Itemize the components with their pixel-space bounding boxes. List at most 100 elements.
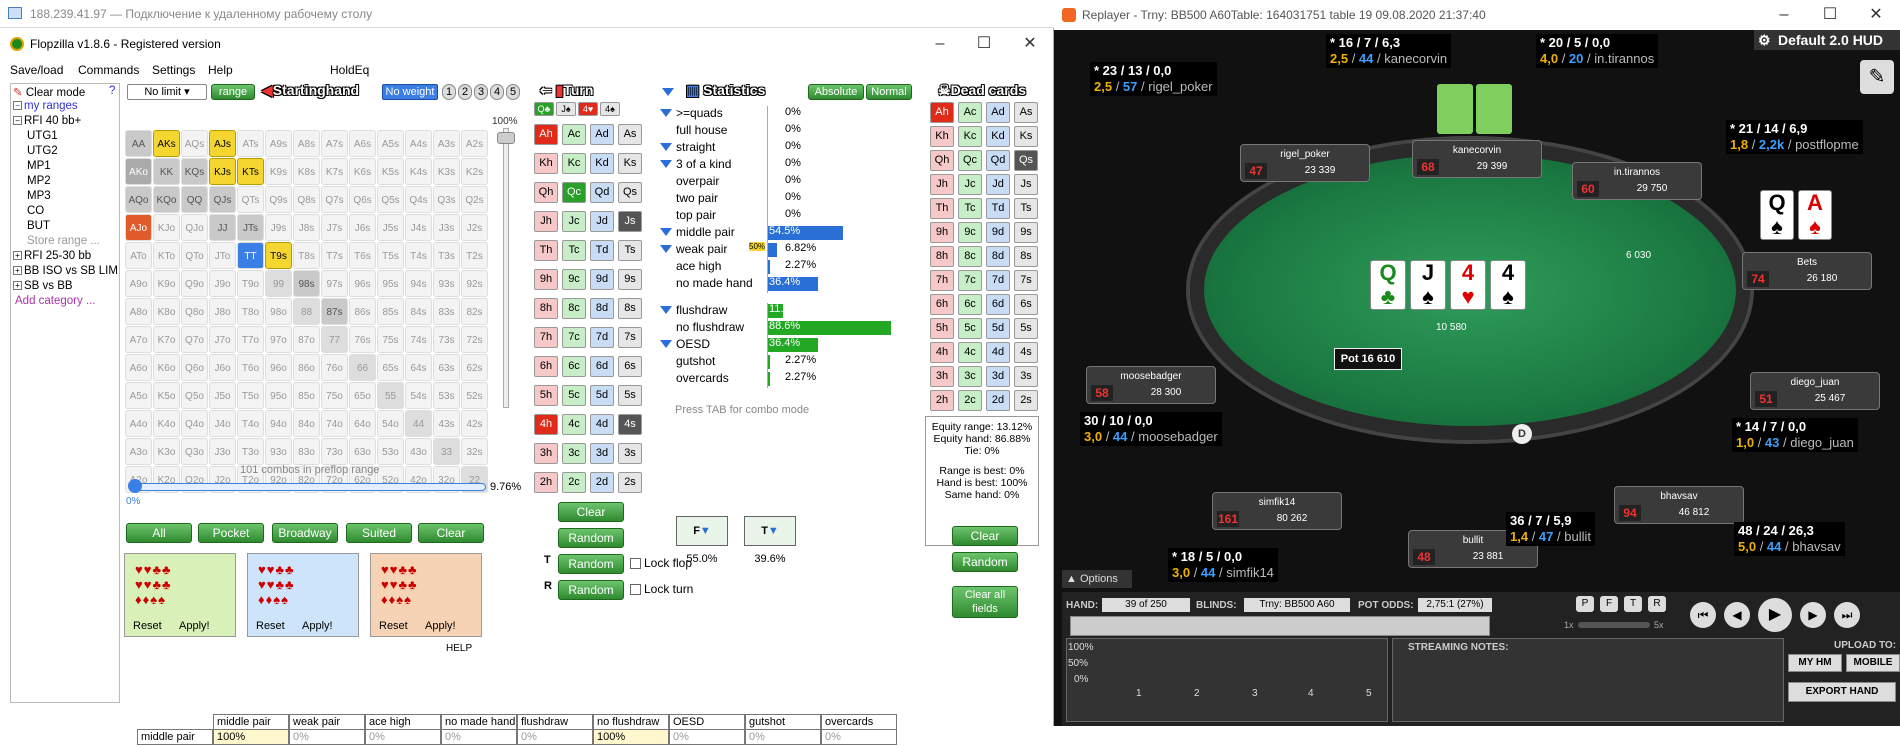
hand-cell-A6s[interactable]: A6s	[349, 130, 376, 157]
turncards-Qd[interactable]: Qd	[590, 182, 614, 203]
hand-cell-T7o[interactable]: T7o	[237, 326, 264, 353]
hand-cell-K9o[interactable]: K9o	[153, 270, 180, 297]
no-weight-button[interactable]: No weight	[382, 84, 438, 100]
menu-save-load[interactable]: Save/load	[10, 60, 63, 80]
hand-cell-T9o[interactable]: T9o	[237, 270, 264, 297]
turncards-Kh[interactable]: Kh	[534, 153, 558, 174]
hand-cell-K4s[interactable]: K4s	[405, 158, 432, 185]
hud-simfik14[interactable]: * 18 / 5 / 0,0 3,0 / 44 / simfik14	[1168, 548, 1278, 582]
hand-cell-75o[interactable]: 75o	[321, 382, 348, 409]
hand-cell-63s[interactable]: 63s	[433, 354, 460, 381]
deadcards-As[interactable]: As	[1014, 102, 1038, 123]
absolute-button[interactable]: Absolute	[808, 84, 864, 100]
turncards-6d[interactable]: 6d	[590, 356, 614, 377]
turncards-7s[interactable]: 7s	[618, 327, 642, 348]
hand-cell-TT[interactable]: TT	[237, 242, 264, 269]
preset-apply-button[interactable]: Apply!	[425, 620, 456, 632]
range-slider-handle[interactable]	[128, 479, 142, 493]
my-hm-button[interactable]: MY HM	[1788, 654, 1842, 672]
turncards-Ts[interactable]: Ts	[618, 240, 642, 261]
hand-cell-73s[interactable]: 73s	[433, 326, 460, 353]
turncards-Tc[interactable]: Tc	[562, 240, 586, 261]
hand-cell-42s[interactable]: 42s	[461, 410, 488, 437]
deadcards-8d[interactable]: 8d	[986, 246, 1010, 267]
deadcards-2s[interactable]: 2s	[1014, 390, 1038, 411]
filter-icon[interactable]	[660, 306, 672, 314]
close-icon[interactable]: ✕	[1020, 34, 1040, 54]
hand-cell-A3s[interactable]: A3s	[433, 130, 460, 157]
preset-reset-button[interactable]: Reset	[379, 620, 408, 632]
hand-cell-53s[interactable]: 53s	[433, 382, 460, 409]
vertical-slider[interactable]	[503, 128, 509, 408]
weight-2-button[interactable]: 2	[458, 84, 472, 100]
pocket-button[interactable]: Pocket	[198, 523, 264, 543]
hand-cell-K7s[interactable]: K7s	[321, 158, 348, 185]
hud-rigel_poker[interactable]: * 23 / 13 / 0,0 2,5 / 57 / rigel_poker	[1090, 62, 1217, 96]
hand-cell-T7s[interactable]: T7s	[321, 242, 348, 269]
deadcards-6c[interactable]: 6c	[958, 294, 982, 315]
hand-cell-64s[interactable]: 64s	[405, 354, 432, 381]
deadcards-5c[interactable]: 5c	[958, 318, 982, 339]
hand-cell-K9s[interactable]: K9s	[265, 158, 292, 185]
hand-cell-A4s[interactable]: A4s	[405, 130, 432, 157]
turncards-Qh[interactable]: Qh	[534, 182, 558, 203]
deadcards-Th[interactable]: Th	[930, 198, 954, 219]
hand-cell-QQ[interactable]: QQ	[181, 186, 208, 213]
export-hand-button[interactable]: EXPORT HAND	[1788, 682, 1896, 702]
deadcards-5s[interactable]: 5s	[1014, 318, 1038, 339]
hand-cell-J5s[interactable]: J5s	[377, 214, 404, 241]
turncards-7c[interactable]: 7c	[562, 327, 586, 348]
hand-cell-32s[interactable]: 32s	[461, 438, 488, 465]
deadcards-2c[interactable]: 2c	[958, 390, 982, 411]
turncards-9h[interactable]: 9h	[534, 269, 558, 290]
hand-cell-A6o[interactable]: A6o	[125, 354, 152, 381]
hand-cell-QJo[interactable]: QJo	[181, 214, 208, 241]
turncards-9s[interactable]: 9s	[618, 269, 642, 290]
weight-1-button[interactable]: 1	[442, 84, 456, 100]
hand-cell-43s[interactable]: 43s	[433, 410, 460, 437]
preset-apply-button[interactable]: Apply!	[179, 620, 210, 632]
filter-icon[interactable]	[660, 340, 672, 348]
turn-button[interactable]: T	[1624, 596, 1642, 612]
tree-pos-co[interactable]: CO	[27, 205, 44, 217]
turncards-Ad[interactable]: Ad	[590, 124, 614, 145]
turncards-9d[interactable]: 9d	[590, 269, 614, 290]
preset-reset-button[interactable]: Reset	[256, 620, 285, 632]
hud-bullit[interactable]: 36 / 7 / 5,9 1,4 / 47 / bullit	[1506, 512, 1595, 546]
hand-cell-KTs[interactable]: KTs	[237, 158, 264, 185]
tree-pos-utg1[interactable]: UTG1	[27, 130, 58, 142]
hand-cell-A3o[interactable]: A3o	[125, 438, 152, 465]
deadcards-Kc[interactable]: Kc	[958, 126, 982, 147]
hand-cell-K4o[interactable]: K4o	[153, 410, 180, 437]
deadcards-2h[interactable]: 2h	[930, 390, 954, 411]
filter-icon[interactable]	[660, 143, 672, 151]
hand-cell-96s[interactable]: 96s	[349, 270, 376, 297]
hand-cell-94s[interactable]: 94s	[405, 270, 432, 297]
dead-clear-button[interactable]: Clear	[952, 526, 1018, 546]
deadcards-Ah[interactable]: Ah	[930, 102, 954, 123]
turncards-Qs[interactable]: Qs	[618, 182, 642, 203]
hand-cell-66[interactable]: 66	[349, 354, 376, 381]
filter-icon[interactable]	[662, 88, 674, 96]
filter-icon[interactable]	[660, 109, 672, 117]
hand-cell-Q3o[interactable]: Q3o	[181, 438, 208, 465]
hand-cell-T5s[interactable]: T5s	[377, 242, 404, 269]
deadcards-Qc[interactable]: Qc	[958, 150, 982, 171]
hand-cell-ATs[interactable]: ATs	[237, 130, 264, 157]
deadcards-8c[interactable]: 8c	[958, 246, 982, 267]
hand-cell-A5o[interactable]: A5o	[125, 382, 152, 409]
hand-cell-KJs[interactable]: KJs	[209, 158, 236, 185]
deadcards-7h[interactable]: 7h	[930, 270, 954, 291]
hand-cell-88[interactable]: 88	[293, 298, 320, 325]
deadcards-7s[interactable]: 7s	[1014, 270, 1038, 291]
hand-cell-AKo[interactable]: AKo	[125, 158, 152, 185]
hand-cell-44[interactable]: 44	[405, 410, 432, 437]
hand-cell-83o[interactable]: 83o	[293, 438, 320, 465]
turncards-5s[interactable]: 5s	[618, 385, 642, 406]
hand-cell-A8o[interactable]: A8o	[125, 298, 152, 325]
seat-Bets[interactable]: Bets 74 26 180	[1742, 252, 1872, 290]
hand-cell-A9o[interactable]: A9o	[125, 270, 152, 297]
hand-cell-76o[interactable]: 76o	[321, 354, 348, 381]
hand-cell-J3o[interactable]: J3o	[209, 438, 236, 465]
hand-cell-AJo[interactable]: AJo	[125, 214, 152, 241]
